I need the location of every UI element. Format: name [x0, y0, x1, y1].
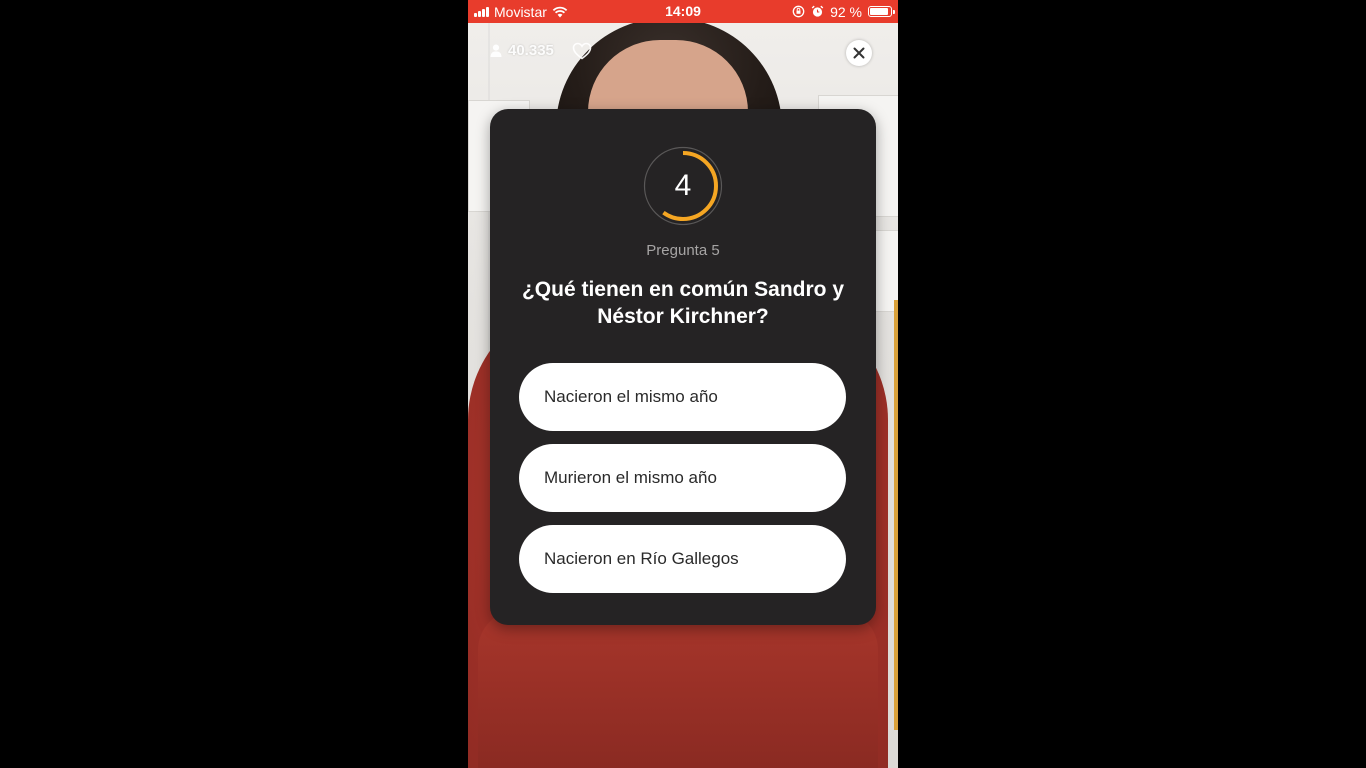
question-text: ¿Qué tienen en común Sandro y Néstor Kir… — [521, 278, 845, 328]
answer-option-2[interactable]: Murieron el mismo año — [519, 444, 846, 512]
phone-screen: Movistar 14:09 92 % 40.335 4 Pregunta 5 … — [468, 0, 898, 768]
user-icon — [490, 44, 502, 57]
answer-option-1[interactable]: Nacieron el mismo año — [519, 363, 846, 431]
viewer-count: 40.335 — [490, 42, 554, 59]
like-button[interactable] — [572, 42, 592, 65]
countdown-timer: 4 — [643, 146, 723, 226]
close-button[interactable] — [846, 40, 872, 66]
viewer-count-value: 40.335 — [508, 42, 554, 59]
status-bar: Movistar 14:09 92 % — [468, 0, 898, 23]
timer-value: 4 — [674, 169, 692, 202]
close-icon — [853, 47, 865, 59]
rotation-lock-icon — [792, 5, 805, 18]
question-number: Pregunta 5 — [646, 242, 720, 259]
battery-percent: 92 % — [830, 3, 862, 20]
question-card: 4 Pregunta 5 ¿Qué tienen en común Sandro… — [490, 109, 876, 625]
answer-option-3[interactable]: Nacieron en Río Gallegos — [519, 525, 846, 593]
battery-icon — [868, 6, 895, 17]
alarm-icon — [811, 5, 824, 17]
heart-icon — [572, 42, 592, 60]
